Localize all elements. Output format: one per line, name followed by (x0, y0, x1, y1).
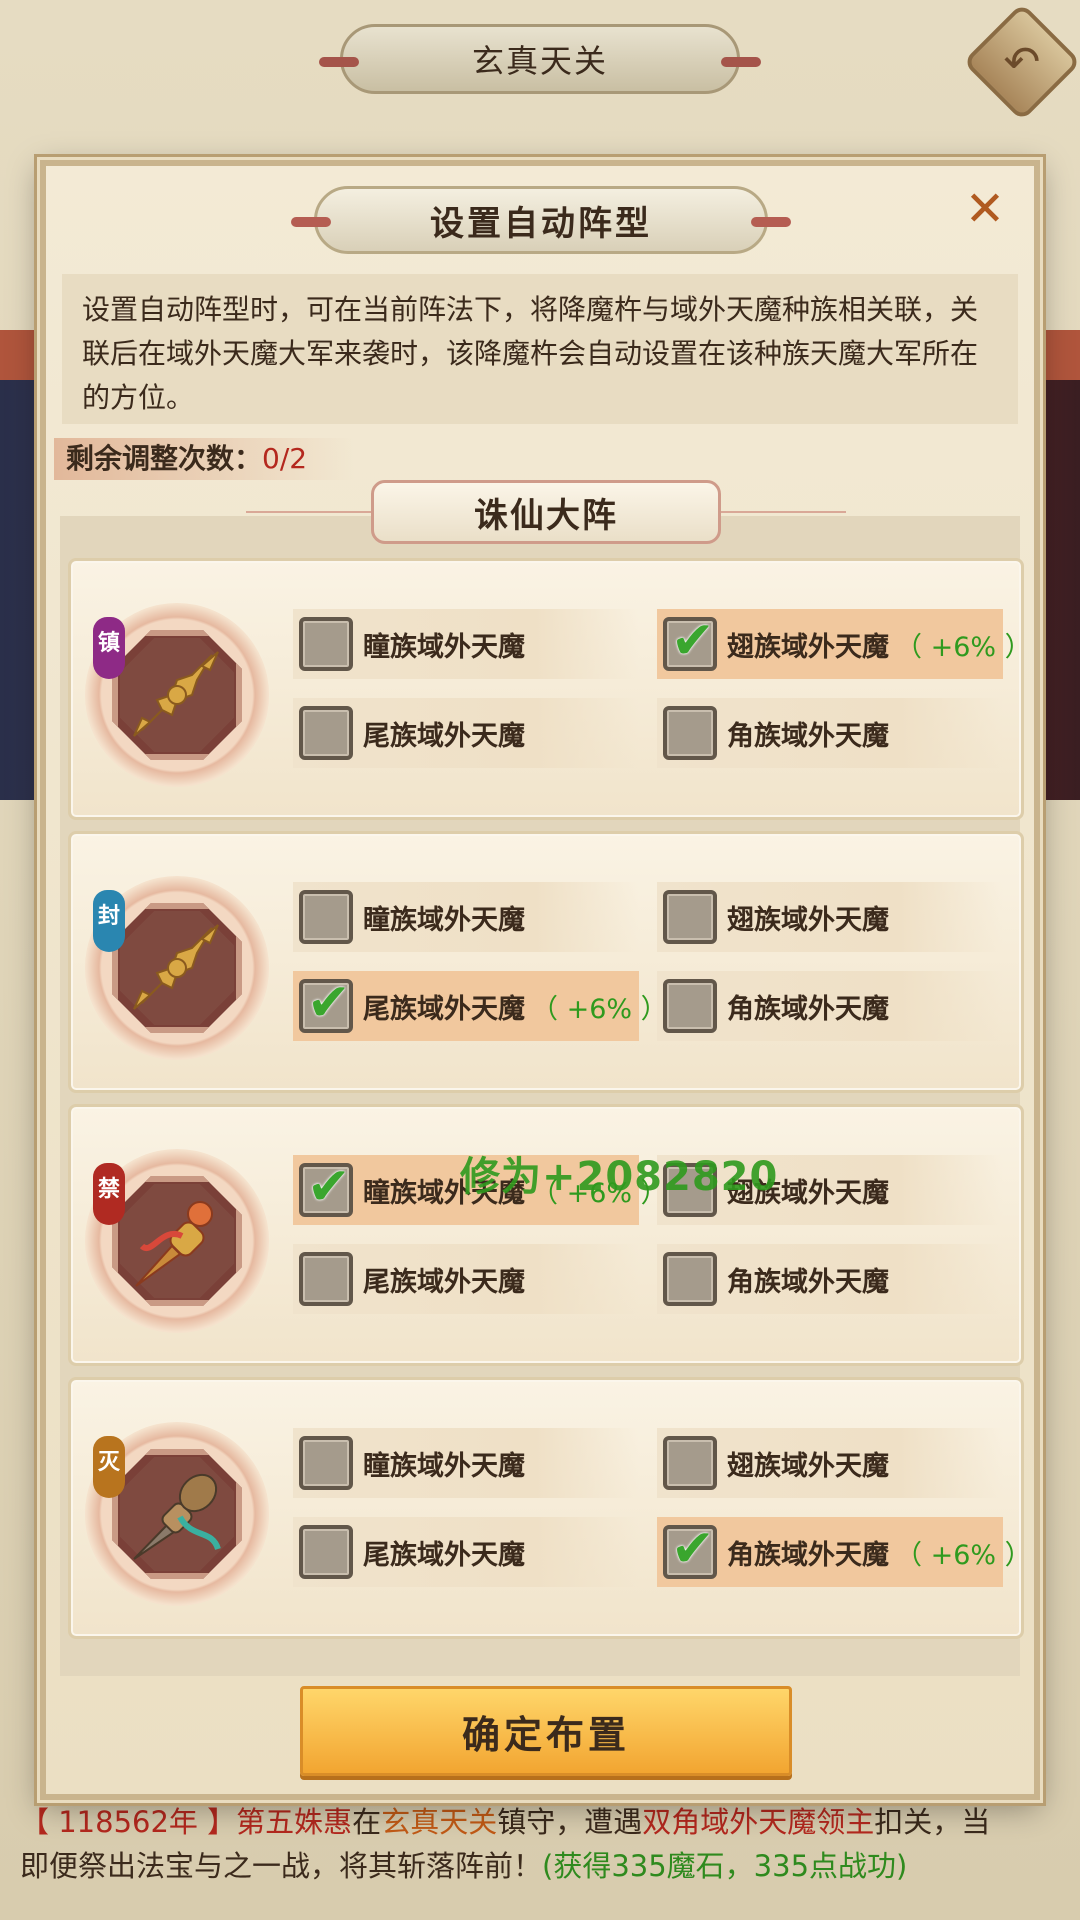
race-option-label: 瞳族域外天魔 (363, 904, 525, 936)
race-option[interactable]: ✔ 尾族域外天魔（ +6% ） (293, 971, 668, 1041)
race-option-label: 翅族域外天魔 (727, 1450, 889, 1482)
formation-name: 诛仙大阵 (371, 480, 721, 544)
log-reward: (获得335魔石，335点战功) (542, 1849, 908, 1883)
checkmark-icon: ✔ (307, 1157, 351, 1217)
checkbox-unchecked[interactable] (299, 706, 353, 760)
race-option-label: 瞳族域外天魔 (363, 1450, 525, 1482)
checkbox-unchecked[interactable] (663, 1252, 717, 1306)
log-actor: 第五姝惠 (236, 1805, 353, 1839)
checkbox-unchecked[interactable] (663, 706, 717, 760)
checkbox-unchecked[interactable] (663, 979, 717, 1033)
pestle-row: 封 瞳族域外天魔 翅族域外天魔 ✔ 尾族域外天魔（ +6% ） 角族域外天魔 (68, 831, 1024, 1093)
close-icon: ✕ (964, 181, 1006, 237)
pestle-row: 灭 瞳族域外天魔 翅族域外天魔尾族域外天魔 ✔ 角族域外天魔（ +6% ） (68, 1377, 1032, 1639)
log-year: 【 118562年 】 (20, 1805, 237, 1839)
race-option-label: 角族域外天魔 (727, 993, 889, 1025)
race-option-label: 尾族域外天魔 (363, 1266, 525, 1298)
race-option-label: 翅族域外天魔 (727, 631, 889, 663)
description: 设置自动阵型时，可在当前阵法下，将降魔杵与域外天魔种族相关联，关联后在域外天魔大… (62, 274, 1018, 424)
checkbox-checked[interactable]: ✔ (663, 611, 717, 671)
bonus-label: （ +6% ） (895, 1539, 1032, 1571)
checkbox-unchecked[interactable] (663, 1436, 717, 1490)
checkbox-unchecked[interactable] (299, 890, 353, 944)
race-option[interactable]: 角族域外天魔 (657, 698, 1003, 768)
divider (246, 511, 386, 513)
log-line: 即便祭出法宝与之一战，将其斩落阵前！ (20, 1849, 543, 1883)
checkmark-icon: ✔ (307, 973, 351, 1033)
checkbox-unchecked[interactable] (299, 1252, 353, 1306)
checkbox-checked[interactable]: ✔ (299, 973, 353, 1033)
pestle-tag-badge: 封 (93, 890, 125, 952)
checkbox-checked[interactable]: ✔ (299, 1157, 353, 1217)
race-option[interactable]: 翅族域外天魔 (657, 882, 1003, 952)
bonus-label: （ +6% ） (531, 993, 668, 1025)
dialog-title: 设置自动阵型 (291, 186, 791, 254)
checkbox-unchecked[interactable] (299, 1436, 353, 1490)
race-option-label: 瞳族域外天魔 (363, 631, 525, 663)
race-option-label: 角族域外天魔 (727, 1266, 889, 1298)
race-option-label: 尾族域外天魔 (363, 720, 525, 752)
race-option[interactable]: 瞳族域外天魔 (293, 882, 639, 952)
race-option[interactable]: 尾族域外天魔 (293, 698, 639, 768)
log-text: 扣关，当 (874, 1805, 991, 1839)
page-title: 玄真天关 (319, 24, 761, 94)
race-option[interactable]: 角族域外天魔 (657, 1244, 1003, 1314)
bonus-label: （ +6% ） (895, 631, 1032, 663)
race-option[interactable]: 瞳族域外天魔 (293, 1428, 639, 1498)
pestle-tag-badge: 灭 (93, 1436, 125, 1498)
confirm-button[interactable]: 确定布置 (300, 1686, 792, 1776)
race-option-label: 翅族域外天魔 (727, 904, 889, 936)
race-option[interactable]: 瞳族域外天魔 (293, 609, 639, 679)
checkbox-unchecked[interactable] (299, 1525, 353, 1579)
remaining-label: 剩余调整次数： (66, 442, 263, 475)
race-option-label: 尾族域外天魔 (363, 993, 525, 1025)
log-enemy: 双角域外天魔领主 (642, 1805, 875, 1839)
pestle-tag-badge: 镇 (93, 617, 125, 679)
battle-log: 【 118562年 】第五姝惠在玄真天关镇守，遭遇双角域外天魔领主扣关，当 即便… (20, 1800, 1060, 1888)
race-option-label: 尾族域外天魔 (363, 1539, 525, 1571)
pestle-tag-badge: 禁 (93, 1163, 125, 1225)
race-option[interactable]: 尾族域外天魔 (293, 1517, 639, 1587)
cultivation-gain-text: 修为+2082820 (460, 1154, 779, 1200)
checkmark-icon: ✔ (671, 1519, 715, 1579)
race-option[interactable]: ✔ 翅族域外天魔（ +6% ） (657, 609, 1032, 679)
remaining-value: 0/2 (262, 442, 308, 475)
checkbox-checked[interactable]: ✔ (663, 1519, 717, 1579)
checkbox-unchecked[interactable] (299, 617, 353, 671)
race-option[interactable]: 尾族域外天魔 (293, 1244, 639, 1314)
race-option-label: 角族域外天魔 (727, 1539, 889, 1571)
checkbox-unchecked[interactable] (663, 890, 717, 944)
race-option[interactable]: 角族域外天魔 (657, 971, 1003, 1041)
remaining-adjustments: 剩余调整次数：0/2 (54, 438, 354, 480)
checkmark-icon: ✔ (671, 611, 715, 671)
race-option[interactable]: ✔ 角族域外天魔（ +6% ） (657, 1517, 1032, 1587)
back-button[interactable]: ↶ (962, 2, 1080, 122)
race-option-label: 角族域外天魔 (727, 720, 889, 752)
back-arrow-icon: ↶ (1003, 36, 1041, 88)
divider (706, 511, 846, 513)
pestle-row: 镇 瞳族域外天魔 ✔ 翅族域外天魔（ +6% ） 尾族域外天魔 角族域外天魔 (68, 558, 1032, 820)
log-place: 玄真天关 (381, 1805, 498, 1839)
close-button[interactable]: ✕ (958, 182, 1012, 236)
log-text: 镇守，遭遇 (497, 1805, 643, 1839)
race-option[interactable]: 翅族域外天魔 (657, 1428, 1003, 1498)
log-text: 在 (352, 1805, 382, 1839)
auto-formation-dialog: 设置自动阵型 ✕ 设置自动阵型时，可在当前阵法下，将降魔杵与域外天魔种族相关联，… (40, 160, 1040, 1800)
